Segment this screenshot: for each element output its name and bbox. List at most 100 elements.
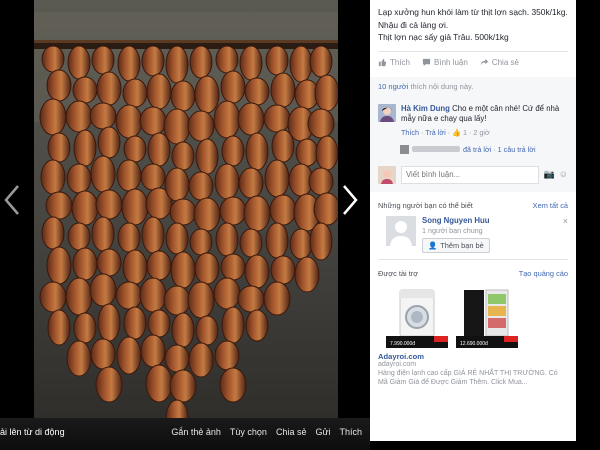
sausage-link xyxy=(170,251,196,289)
previous-photo-arrow-icon[interactable] xyxy=(2,182,22,218)
ad-title-link[interactable]: Adayroi.com xyxy=(370,350,576,361)
sausage-link xyxy=(245,309,269,342)
sausage-link xyxy=(65,277,93,316)
washing-machine-ad-image[interactable]: 7.990.000đ xyxy=(386,287,448,348)
ad-images[interactable]: 7.990.000đ 12.690.000đ xyxy=(370,282,576,350)
sausage-link xyxy=(169,198,197,226)
comment-icon xyxy=(422,58,431,66)
likes-suffix: thích nội dung này. xyxy=(408,81,474,91)
comment-author-link[interactable]: Hà Kim Dung xyxy=(401,104,450,113)
sausage-link xyxy=(165,222,189,255)
like-button[interactable]: Thích xyxy=(378,58,410,67)
sausage-link xyxy=(213,277,241,310)
sausage-link xyxy=(309,222,333,261)
create-ad-link[interactable]: Tạo quảng cáo xyxy=(519,269,568,278)
sausage-link xyxy=(39,281,67,313)
sausage-link xyxy=(193,197,221,232)
caption-line: Nhậu đi cả làng ơi. xyxy=(378,19,449,30)
sausage-link xyxy=(123,306,147,340)
refrigerator-ad-image[interactable]: 12.690.000đ xyxy=(456,287,518,348)
sponsored-header: Được tài trợ Tạo quảng cáo xyxy=(370,260,576,282)
sausage-link xyxy=(188,342,214,378)
add-friend-button[interactable]: 👤 Thêm bạn bè xyxy=(422,237,490,253)
sausage-link xyxy=(169,369,197,403)
options-button[interactable]: Tùy chọn xyxy=(230,427,267,437)
comment-input[interactable] xyxy=(401,165,539,184)
sausage-link xyxy=(115,104,143,139)
reply-summary[interactable]: đã trả lời · 1 câu trả lời xyxy=(370,141,576,160)
like-photo-button[interactable]: Thích xyxy=(339,427,362,437)
sausage-link xyxy=(237,102,265,136)
post-side-panel: Lạp xưởng hun khói làm từ thịt lợn sạch.… xyxy=(370,0,576,441)
comment-time: 2 giờ xyxy=(473,127,490,137)
sausage-link xyxy=(171,141,195,171)
sausage-link xyxy=(71,190,99,226)
sausage-link xyxy=(165,45,189,84)
sausage-link xyxy=(221,306,245,344)
see-all-link[interactable]: Xem tất cả xyxy=(533,201,568,210)
sausage-link xyxy=(219,196,247,226)
sausage-link xyxy=(314,74,338,112)
likes-summary: 10 người thích nội dung này. xyxy=(370,76,576,96)
sausage-link xyxy=(315,135,338,171)
sausage-link xyxy=(239,228,263,258)
sausage-link xyxy=(89,102,117,130)
ad-price: 12.690.000đ xyxy=(458,339,490,348)
sausage-link xyxy=(147,309,171,338)
ad-domain: adayroi.com xyxy=(378,360,417,368)
photo-viewer: ải lên từ di động Gắn thẻ ảnh Tùy chọn C… xyxy=(0,0,370,450)
sausage-link xyxy=(140,163,166,191)
sausage-link xyxy=(239,45,263,81)
sausage-link xyxy=(41,45,65,73)
send-button[interactable]: Gửi xyxy=(315,427,330,437)
sausage-link xyxy=(97,303,121,342)
sausage-link xyxy=(238,167,264,199)
suggested-person-name[interactable]: Song Nguyen Huu xyxy=(422,216,490,225)
avatar[interactable] xyxy=(386,215,416,246)
share-photo-button[interactable]: Chia sẻ xyxy=(276,427,307,437)
sausage-link xyxy=(270,255,296,285)
close-icon[interactable]: × xyxy=(563,216,568,253)
next-photo-arrow-icon[interactable] xyxy=(340,182,360,218)
sausage-link xyxy=(67,45,91,80)
avatar[interactable] xyxy=(378,103,396,122)
sausage-link xyxy=(66,163,92,194)
sausage-link xyxy=(95,366,123,403)
share-icon xyxy=(480,58,488,65)
comment-label: Bình luận xyxy=(434,57,468,67)
likes-count-link[interactable]: 10 người xyxy=(378,82,408,91)
sausage-link xyxy=(194,75,220,114)
comment-like-link[interactable]: Thích xyxy=(401,128,419,137)
share-button[interactable]: Chia sẻ xyxy=(480,58,519,67)
sausage-link xyxy=(171,312,195,348)
thumbs-up-icon xyxy=(378,58,387,66)
sausage-link xyxy=(265,222,289,259)
sausage-link xyxy=(47,132,71,163)
sausage-link xyxy=(66,340,92,377)
reply-summary-text: đã trả lời · 1 câu trả lời xyxy=(463,144,536,154)
thumbs-up-icon: 👍 xyxy=(452,127,462,137)
sausage-link xyxy=(221,135,245,167)
sausage-link xyxy=(294,256,320,293)
sausage-link xyxy=(97,126,121,159)
mutual-friends[interactable]: 1 người bạn chung xyxy=(422,226,490,235)
sausage-link xyxy=(72,76,98,104)
sausage-photo[interactable] xyxy=(34,0,338,418)
sausage-link xyxy=(41,216,65,250)
sausage-link xyxy=(215,222,239,257)
emoji-icon[interactable]: ☺ xyxy=(559,169,568,180)
comment-item: Hà Kim Dung Cho e một cân nhé! Cứ để nhà… xyxy=(370,95,576,142)
tag-photo-button[interactable]: Gắn thẻ ảnh xyxy=(171,427,221,437)
sausage-link xyxy=(289,45,313,83)
photo-action-bar: ải lên từ di động Gắn thẻ ảnh Tùy chọn C… xyxy=(0,418,370,450)
camera-icon[interactable]: 📷 xyxy=(544,169,555,180)
comment-button[interactable]: Bình luận xyxy=(422,58,468,67)
comment-reply-link[interactable]: Trả lời xyxy=(425,128,445,137)
sausage-link xyxy=(215,45,239,74)
sausage-link xyxy=(121,188,149,226)
sausage-link xyxy=(146,250,172,281)
post-action-bar: Thích Bình luận Chia sẻ xyxy=(370,52,576,73)
sausage-link xyxy=(189,228,213,256)
sausage-link xyxy=(39,98,67,136)
sausage-link xyxy=(214,340,240,371)
